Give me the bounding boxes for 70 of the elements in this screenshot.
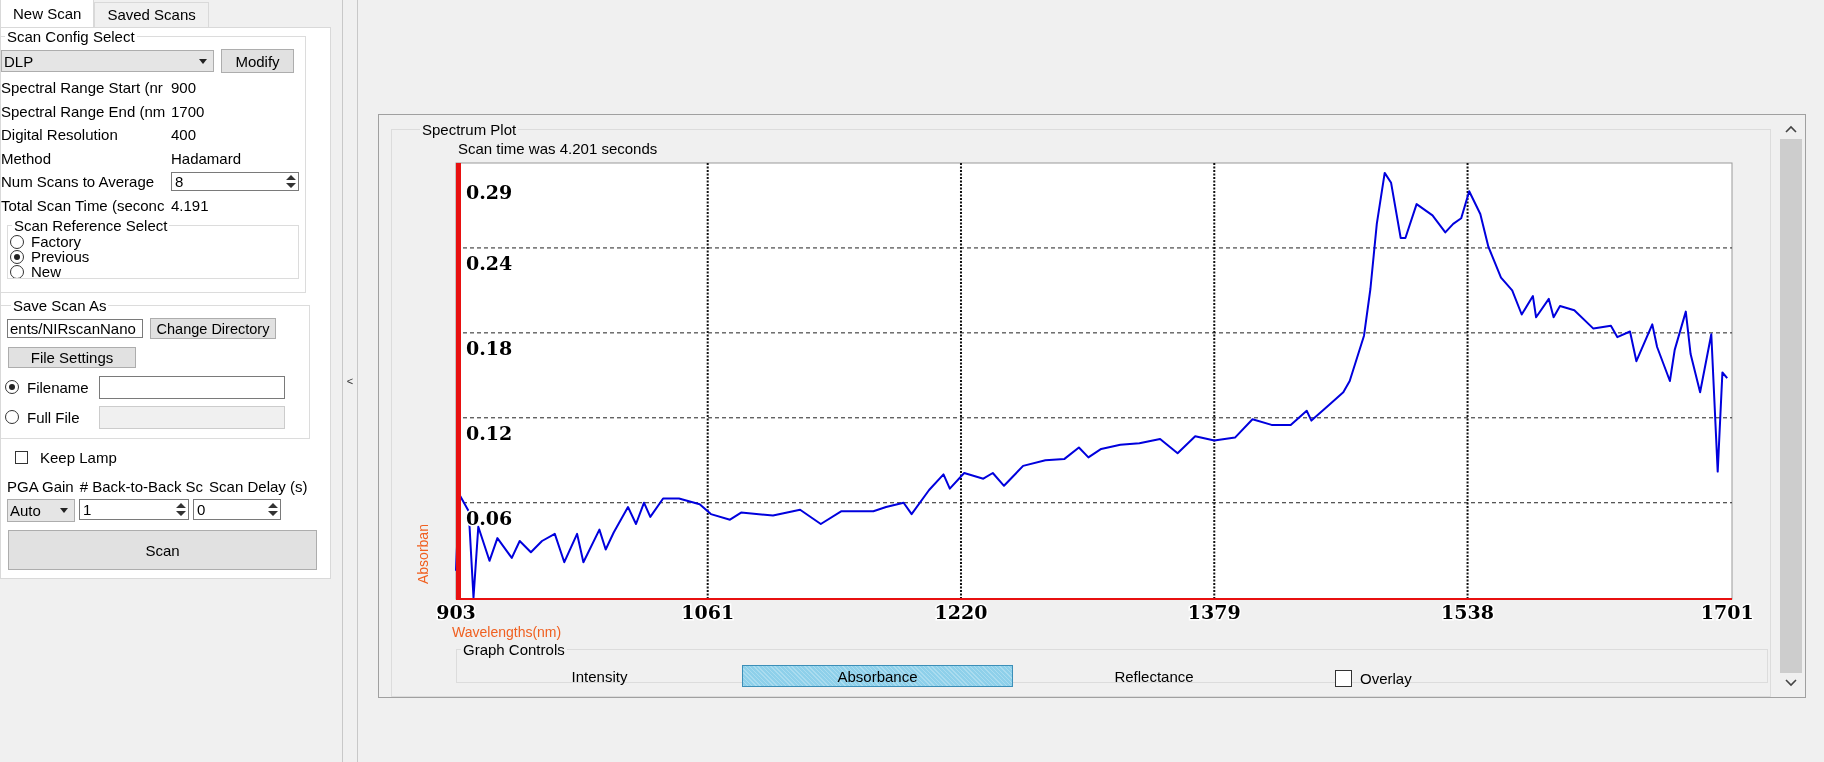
caret-icon: [60, 508, 68, 513]
checkbox[interactable]: [1335, 670, 1352, 687]
config-dropdown[interactable]: DLP: [1, 50, 214, 72]
radio-button[interactable]: [10, 264, 24, 278]
field-label: Total Scan Time (seconc: [1, 196, 166, 214]
group-title: Graph Controls: [462, 641, 566, 658]
radio-label: Factory: [31, 233, 81, 250]
mode-button[interactable]: Reflectance: [1013, 665, 1295, 687]
group-title: Spectrum Plot: [421, 121, 518, 138]
y-axis-title: Absorban: [415, 524, 431, 584]
file-settings-button[interactable]: File Settings: [8, 347, 136, 368]
mode-button[interactable]: Absorbance: [742, 665, 1013, 687]
y-tick-label: 0.18: [466, 336, 513, 359]
field-label: Spectral Range End (nm: [1, 102, 167, 120]
checkbox[interactable]: [15, 451, 28, 464]
scan-button[interactable]: Scan: [8, 530, 317, 570]
field-label: Num Scans to Average: [1, 173, 156, 191]
spin-field[interactable]: 0: [193, 499, 281, 520]
field-label: Digital Resolution: [1, 126, 119, 144]
spin-field[interactable]: 8: [171, 172, 299, 192]
field-value: 900: [171, 79, 197, 97]
radio-label: New: [31, 263, 61, 278]
y-tick-label: 0.12: [466, 421, 513, 444]
gain-dropdown[interactable]: Auto: [7, 499, 75, 522]
radio-label: Filename: [27, 378, 90, 396]
y-tick-label: 0.29: [466, 181, 513, 204]
x-tick-label: 1061: [681, 601, 735, 623]
splitter-handle[interactable]: <: [342, 0, 358, 762]
change-directory-button[interactable]: Change Directory: [150, 318, 276, 339]
caret-icon: [199, 58, 207, 64]
x-tick-label: 1220: [934, 601, 988, 623]
tab[interactable]: New Scan: [0, 0, 95, 27]
x-axis-title: Wavelengths(nm): [452, 624, 562, 640]
field-label: Scan Delay (s): [209, 478, 308, 495]
x-tick-label: 1379: [1187, 601, 1241, 623]
group-title: Scan Config Select: [6, 28, 136, 45]
field-label: Method: [1, 149, 53, 167]
checkbox-label: Overlay: [1360, 670, 1412, 687]
tab[interactable]: Saved Scans: [94, 2, 209, 27]
radio-button[interactable]: [5, 410, 19, 424]
radio-button[interactable]: [10, 234, 24, 249]
radio-button[interactable]: [5, 380, 19, 394]
spin-arrows-icon: [268, 503, 278, 516]
x-tick-label: 1701: [1700, 601, 1754, 623]
x-tick-label: 1538: [1441, 601, 1494, 623]
modify-button[interactable]: Modify: [221, 49, 294, 73]
field-label: PGA Gain: [7, 478, 74, 495]
scan-time-text: Scan time was 4.201 seconds: [458, 140, 659, 157]
radio-label: Full File: [27, 408, 81, 426]
spin-arrows-icon: [286, 175, 296, 189]
mode-button[interactable]: Intensity: [457, 665, 742, 687]
field-value: 4.191: [171, 196, 209, 214]
spin-arrows-icon: [176, 503, 186, 516]
field-label: Spectral Range Start (nr: [1, 79, 164, 97]
y-tick-label: 0.24: [466, 251, 513, 274]
group-title: Save Scan As: [12, 297, 108, 314]
field-label: # Back-to-Back Sc: [79, 478, 204, 495]
scroll-up-icon[interactable]: [1785, 125, 1797, 133]
group-title: Scan Reference Select: [13, 218, 169, 234]
field-value: 400: [171, 126, 197, 144]
checkbox-label: Keep Lamp: [40, 449, 117, 466]
text-field[interactable]: [99, 405, 285, 429]
scroll-down-icon[interactable]: [1785, 679, 1797, 687]
radio-button[interactable]: [10, 249, 24, 264]
field-value: 1700: [171, 102, 205, 120]
text-field[interactable]: [99, 375, 285, 399]
x-tick-label: 903: [436, 601, 476, 623]
spin-field[interactable]: 1: [79, 499, 189, 520]
directory-field[interactable]: ents/NIRscanNano: [7, 319, 143, 338]
field-value: Hadamard: [171, 149, 242, 167]
